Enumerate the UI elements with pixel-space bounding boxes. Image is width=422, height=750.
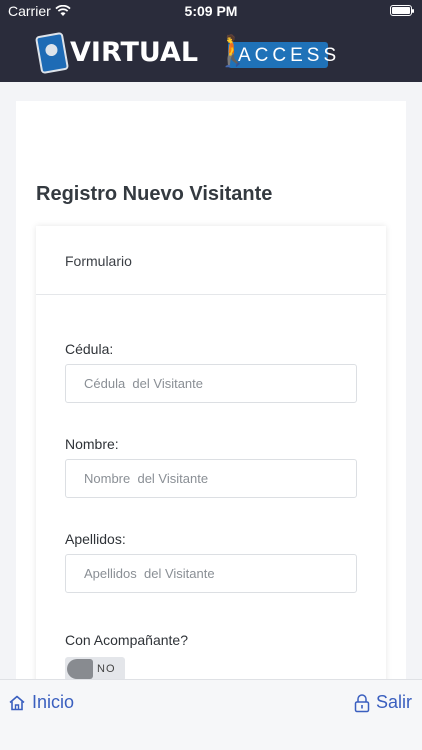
apellidos-label: Apellidos: [65, 531, 126, 547]
nombre-input[interactable] [65, 459, 357, 498]
form-header: Formulario [36, 226, 386, 295]
nombre-label: Nombre: [65, 436, 119, 452]
lock-icon [354, 693, 370, 712]
bottom-nav: Inicio Salir [0, 679, 422, 750]
page-title: Registro Nuevo Visitante [36, 183, 273, 205]
logo-text-virtual: VIRTUAL [70, 37, 199, 68]
nav-home-button[interactable]: Inicio [8, 692, 74, 713]
logo-text-access: ACCESS [238, 45, 341, 66]
toggle-knob [67, 659, 93, 679]
nav-exit-button[interactable]: Salir [354, 692, 412, 713]
app-header: Carrier 5:09 PM VIRTUAL 🚶 ACCESS [0, 0, 422, 82]
badge-icon [34, 31, 70, 75]
apellidos-input[interactable] [65, 554, 357, 593]
nav-home-label: Inicio [32, 692, 75, 712]
form-card: Formulario Cédula: Nombre: Apellidos: Co… [36, 226, 386, 706]
acompanante-toggle[interactable]: NO [65, 657, 125, 681]
toggle-state-text: NO [97, 663, 116, 675]
status-bar: Carrier 5:09 PM [0, 0, 422, 22]
content-card: Registro Nuevo Visitante Formulario Cédu… [16, 101, 406, 706]
status-time: 5:09 PM [184, 3, 238, 19]
acompanante-label: Con Acompañante? [65, 632, 188, 648]
cedula-label: Cédula: [65, 341, 114, 357]
form-header-label: Formulario [65, 253, 132, 269]
nav-exit-label: Salir [375, 692, 412, 712]
cedula-input[interactable] [65, 364, 357, 403]
app-logo: VIRTUAL 🚶 ACCESS [34, 31, 336, 75]
battery-icon [390, 5, 414, 16]
home-icon [9, 695, 25, 710]
